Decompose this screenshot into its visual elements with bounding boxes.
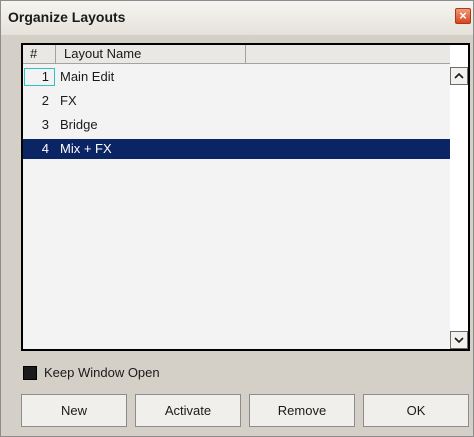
table-row[interactable]: 2 FX xyxy=(23,91,450,111)
remove-button[interactable]: Remove xyxy=(249,394,355,427)
scroll-down-button[interactable] xyxy=(450,331,468,349)
table-row-selected[interactable]: 4 Mix + FX xyxy=(23,139,450,159)
organize-layouts-dialog: Organize Layouts × # Layout Name 1 Main … xyxy=(0,0,474,437)
table-row[interactable]: 1 Main Edit xyxy=(23,67,450,87)
layout-name: Bridge xyxy=(60,117,98,132)
row-number: 1 xyxy=(23,67,56,87)
window-title: Organize Layouts xyxy=(8,9,126,25)
layout-name: Mix + FX xyxy=(60,141,112,156)
title-bar: Organize Layouts × xyxy=(1,1,473,35)
layouts-table: # Layout Name 1 Main Edit 2 FX 3 Bridge … xyxy=(23,45,450,349)
new-button[interactable]: New xyxy=(21,394,127,427)
column-header-empty xyxy=(246,45,450,63)
row-number: 3 xyxy=(41,117,49,132)
ok-button[interactable]: OK xyxy=(363,394,469,427)
scroll-up-button[interactable] xyxy=(450,67,468,85)
keep-window-open-checkbox[interactable] xyxy=(23,366,37,380)
layouts-list: # Layout Name 1 Main Edit 2 FX 3 Bridge … xyxy=(21,43,470,351)
layout-name: Main Edit xyxy=(60,69,115,84)
table-row[interactable]: 3 Bridge xyxy=(23,115,450,135)
activate-button[interactable]: Activate xyxy=(135,394,241,427)
column-header-layout-name[interactable]: Layout Name xyxy=(56,45,246,63)
layout-name: FX xyxy=(60,93,77,108)
chevron-down-icon xyxy=(454,337,464,344)
chevron-up-icon xyxy=(454,72,464,79)
table-header: # Layout Name xyxy=(23,45,450,64)
row-number: 4 xyxy=(41,141,49,156)
keep-window-open-label[interactable]: Keep Window Open xyxy=(44,365,160,380)
close-button[interactable]: × xyxy=(455,8,471,24)
vertical-scrollbar[interactable] xyxy=(450,45,468,349)
column-header-number[interactable]: # xyxy=(23,45,56,63)
row-number: 2 xyxy=(41,93,49,108)
